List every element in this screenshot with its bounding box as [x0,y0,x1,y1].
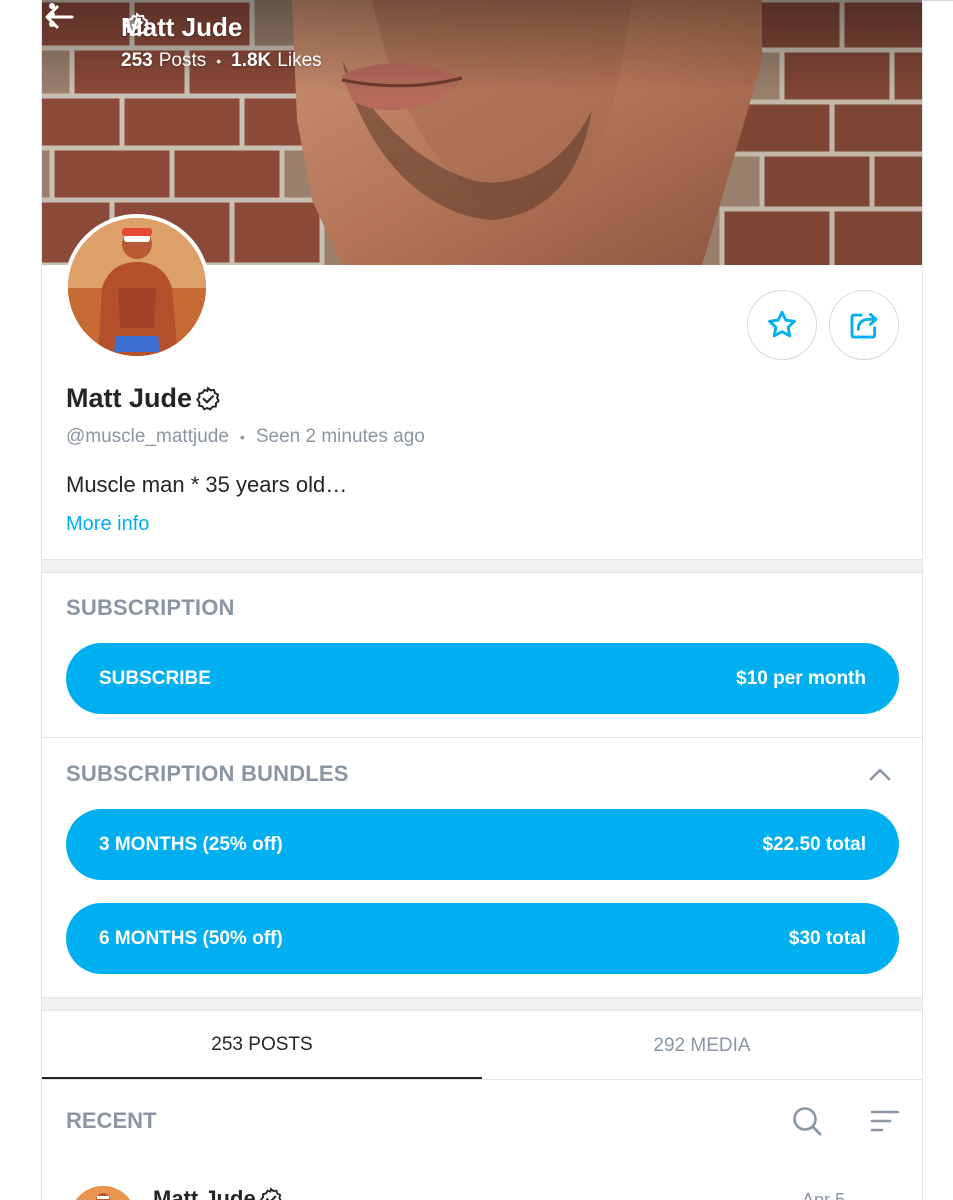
subscribe-button-price: $10 per month [736,667,866,689]
posts-count: 253 [121,50,153,71]
bundle-6-months-button[interactable]: 6 MONTHS (50% off) $30 total [66,903,899,974]
profile-handle: @muscle_mattjude [66,426,229,447]
bundle-label: 6 MONTHS (50% off) [99,927,283,949]
tab-posts[interactable]: 253 POSTS [42,1012,482,1080]
verified-badge-icon [196,385,220,411]
tabs-underline [42,1079,922,1080]
more-info-link[interactable]: More info [66,513,149,536]
verified-badge-icon [259,1187,282,1200]
section-separator [42,559,922,573]
last-seen-status: Seen 2 minutes ago [255,426,425,447]
handle-row: @muscle_mattjude • Seen 2 minutes ago [66,426,425,448]
vertical-dots-icon[interactable] [42,0,62,30]
subscribe-button-label: SUBSCRIBE [99,667,211,689]
bundle-3-months-button[interactable]: 3 MONTHS (25% off) $22.50 total [66,809,899,880]
bundle-price: $22.50 total [762,833,867,855]
profile-bio: Muscle man * 35 years old… [66,472,348,497]
bundle-label: 3 MONTHS (25% off) [99,833,283,855]
chevron-up-icon[interactable] [866,760,894,788]
share-button[interactable] [829,290,899,360]
favorite-button[interactable] [747,290,817,360]
bundle-price: $30 total [788,927,866,949]
divider [42,737,922,738]
star-icon [768,310,796,338]
recent-label: RECENT [66,1108,157,1133]
profile-page: Matt Jude 253 Posts • 1.8K Likes Matt Ju… [41,0,923,1200]
post-author-name[interactable]: Matt Jude [153,1186,283,1200]
separator-dot: • [216,53,222,69]
verified-badge-icon [125,12,149,37]
posts-label: Posts [158,50,207,71]
bundles-label: SUBSCRIPTION BUNDLES [66,761,349,786]
profile-name-text: Matt Jude [66,383,193,413]
separator-dot: • [239,429,245,445]
post-date: Apr 5 [802,1190,846,1200]
subscribe-button[interactable]: SUBSCRIBE $10 per month [66,643,899,714]
tab-media[interactable]: 292 MEDIA [482,1012,922,1080]
likes-count: 1.8K [231,50,272,71]
likes-label: Likes [277,50,322,71]
subscription-label: SUBSCRIPTION [66,595,235,620]
avatar-photo [68,218,206,356]
avatar[interactable] [64,214,210,360]
sort-icon[interactable] [868,1104,902,1138]
header-title: Matt Jude [121,12,242,43]
profile-name: Matt Jude [66,383,221,414]
post-author-name-text: Matt Jude [153,1186,256,1200]
section-separator [42,997,922,1011]
header-stats: 253 Posts • 1.8K Likes [121,50,322,72]
avatar-photo [70,1186,136,1200]
top-edge-line [922,0,953,1]
search-icon[interactable] [790,1104,824,1138]
share-icon [850,312,878,339]
post-author-avatar[interactable] [70,1186,136,1200]
